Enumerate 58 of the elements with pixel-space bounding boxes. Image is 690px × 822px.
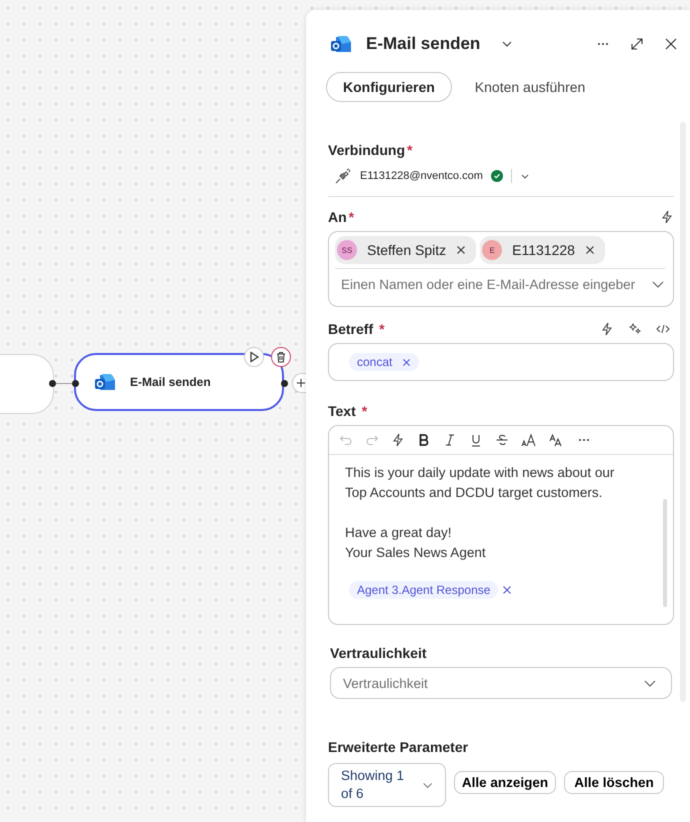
body-text: This is your daily update with news about our Top Accounts and DCDU target customers.	[345, 464, 616, 502]
action-button[interactable]: Alle anzeigen	[454, 771, 556, 794]
field-label: Vertraulichkeit	[330, 645, 428, 661]
tab[interactable]: Knoten ausführen	[458, 72, 602, 102]
node-label: E-Mail senden	[130, 375, 211, 389]
play-icon[interactable]	[244, 347, 264, 367]
remove-icon[interactable]	[456, 245, 466, 255]
plus-icon[interactable]	[292, 373, 306, 393]
lightning-icon[interactable]	[391, 433, 405, 447]
body-text: Have a great day! Your Sales News Agent	[345, 524, 487, 562]
recipient-chip[interactable]: SS Steffen Spitz	[335, 236, 476, 264]
font-size-icon[interactable]	[521, 433, 537, 447]
text-editor[interactable]: This is your daily update with news about our Top Accounts and DCDU target customers. Have a great day! Your Sales News Agent Agent 3.Agent Response	[328, 425, 674, 625]
account-email: E1131228@nventco.com	[360, 170, 483, 182]
required-marker: *	[348, 209, 354, 225]
mail-app-icon	[94, 372, 116, 392]
sparkle-icon[interactable]	[628, 322, 642, 336]
expression-token[interactable]: Agent 3.Agent Response	[349, 581, 498, 599]
tab[interactable]: Konfigurieren	[326, 72, 452, 102]
avatar-initials: SS	[337, 240, 357, 260]
remove-icon[interactable]	[584, 245, 595, 255]
required-marker: *	[362, 403, 368, 419]
mail-app-icon	[330, 34, 352, 54]
section-heading: Erweiterte Parameter	[328, 739, 470, 755]
plug-icon	[334, 167, 352, 185]
connector-dot	[281, 380, 288, 387]
required-marker: *	[379, 321, 385, 337]
field-label: Betreff	[328, 321, 374, 337]
connector-line	[56, 383, 72, 384]
panel-title: E-Mail senden	[366, 34, 480, 54]
remove-icon[interactable]	[502, 585, 512, 595]
subject-field[interactable]: concat	[328, 343, 674, 381]
lightning-icon[interactable]	[660, 210, 674, 224]
code-icon[interactable]	[656, 322, 670, 336]
expression-token[interactable]: concat	[349, 353, 420, 371]
expand-icon[interactable]	[630, 37, 644, 51]
action-button[interactable]: Alle löschen	[564, 771, 664, 794]
lightning-icon[interactable]	[600, 322, 614, 336]
flow-node[interactable]: E-Mail senden	[74, 353, 284, 411]
recipient-chip[interactable]: E E1131228	[480, 236, 605, 264]
field-label: Text	[328, 403, 356, 419]
field-label: An	[328, 209, 347, 225]
avatar-initials: E	[482, 240, 502, 260]
field-label: Verbindung	[328, 142, 405, 158]
connector-dot	[72, 380, 79, 387]
trash-icon[interactable]	[271, 347, 291, 367]
underline-icon[interactable]	[469, 433, 483, 447]
strikethrough-icon[interactable]	[495, 433, 509, 447]
confidentiality-dropdown[interactable]: Vertraulichkeit	[330, 667, 672, 699]
scrollbar[interactable]	[663, 499, 667, 607]
recipient-field[interactable]: SS Steffen Spitz E E1131228 Einen Namen oder eine E-Mail-Adresse eingeber	[328, 231, 674, 307]
required-marker: *	[407, 142, 412, 158]
bold-icon[interactable]	[417, 433, 431, 447]
italic-icon[interactable]	[443, 433, 457, 447]
parameter-dropdown[interactable]: Showing 1 of 6	[328, 763, 446, 807]
close-icon[interactable]	[664, 37, 678, 51]
connector-dot	[49, 380, 56, 387]
remove-icon[interactable]	[402, 358, 412, 366]
